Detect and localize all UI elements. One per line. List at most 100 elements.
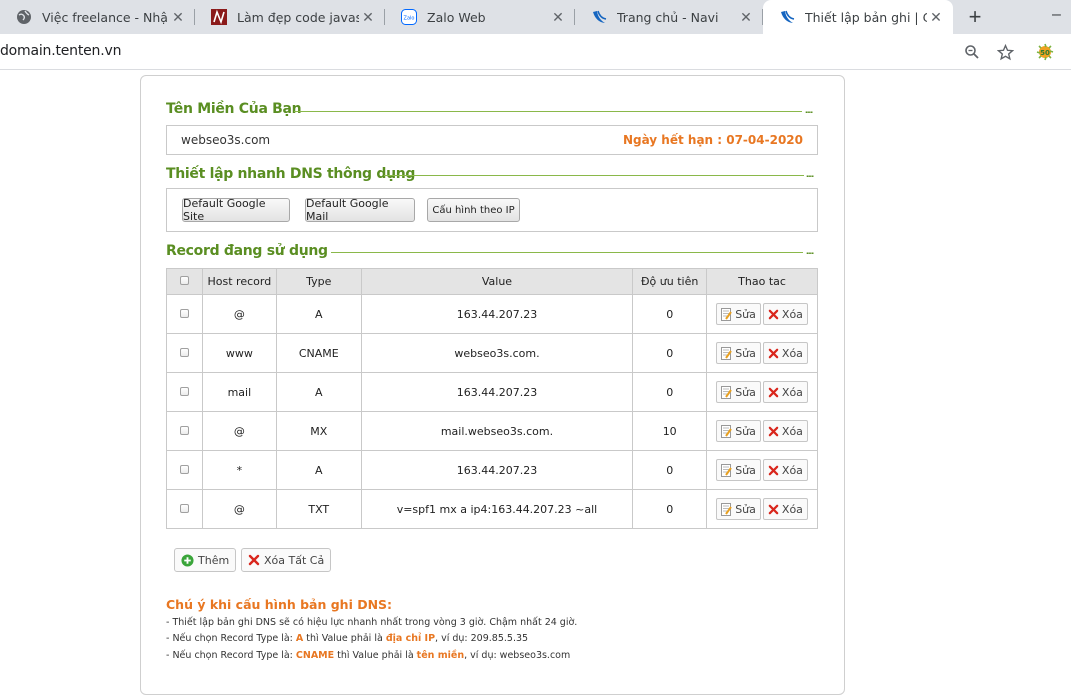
select-all-cell (166, 268, 203, 295)
tab-beautify-js[interactable]: Làm đẹp code javascript ✕ (195, 0, 385, 34)
zoom-icon[interactable] (963, 43, 981, 61)
edit-note-icon (721, 385, 733, 399)
delete-button[interactable]: Xóa (762, 342, 808, 364)
extension-icon[interactable]: 50 (1036, 43, 1054, 61)
close-tab-icon[interactable]: ✕ (927, 8, 945, 26)
edit-button[interactable]: Sửa (716, 303, 761, 325)
col-actions: Thao tac (706, 268, 818, 295)
edit-label: Sửa (735, 385, 756, 399)
value-cell: 163.44.207.23 (360, 372, 634, 412)
close-tab-icon[interactable]: ✕ (737, 8, 755, 26)
delete-button[interactable]: Xóa (762, 498, 808, 520)
edit-label: Sửa (735, 502, 756, 516)
row-select-cell (166, 411, 203, 451)
edit-label: Sửa (735, 307, 756, 321)
col-host: Host record (201, 268, 277, 295)
host-cell: @ (201, 489, 277, 529)
delete-button[interactable]: Xóa (762, 303, 808, 325)
edit-note-icon (721, 307, 733, 321)
tab-title: Làm đẹp code javascript (237, 9, 359, 25)
notes-title: Chú ý khi cấu hình bản ghi DNS: (166, 597, 393, 612)
section-title-quick-dns: Thiết lập nhanh DNS thông dụng (166, 166, 416, 182)
address-bar[interactable]: domain.tenten.vn (0, 43, 121, 59)
row-checkbox[interactable] (179, 503, 189, 513)
host-cell: @ (201, 411, 277, 451)
select-all-checkbox[interactable] (179, 276, 189, 285)
edit-note-icon (721, 463, 733, 477)
svg-text:50: 50 (1040, 49, 1050, 57)
actions-cell: Sửa Xóa (706, 411, 818, 451)
row-checkbox[interactable] (179, 347, 189, 357)
table-row: * A 163.44.207.23 0 Sửa Xóa (166, 450, 818, 490)
expiry-date: Ngày hết hạn : 07-04-2020 (622, 133, 803, 147)
quick-dns-box: Default Google Site Default Google Mail … (166, 188, 818, 232)
priority-cell: 0 (632, 489, 708, 529)
delete-x-icon (768, 309, 779, 320)
tab-navi[interactable]: Trang chủ - Navi ✕ (575, 0, 763, 34)
browser-toolbar: domain.tenten.vn 50 (0, 34, 1071, 70)
bookmark-star-icon[interactable] (996, 43, 1014, 61)
row-checkbox[interactable] (179, 386, 189, 396)
section-dots: .... (806, 246, 814, 257)
domain-box: webseo3s.com Ngày hết hạn : 07-04-2020 (166, 125, 818, 155)
delete-button[interactable]: Xóa (762, 459, 808, 481)
table-row: @ MX mail.webseo3s.com. 10 Sửa Xóa (166, 411, 818, 451)
add-record-label: Thêm (198, 553, 230, 567)
table-row: @ TXT v=spf1 mx a ip4:163.44.207.23 ~all 0 S… (166, 489, 818, 529)
delete-all-label: Xóa Tất Cả (264, 553, 325, 567)
edit-button[interactable]: Sửa (716, 498, 761, 520)
edit-button[interactable]: Sửa (716, 342, 761, 364)
row-select-cell (166, 294, 203, 334)
row-checkbox[interactable] (179, 425, 189, 435)
delete-x-icon (768, 348, 779, 359)
add-record-button[interactable]: Thêm (174, 548, 237, 572)
minimize-button[interactable]: – (1052, 6, 1071, 26)
value-cell: webseo3s.com. (360, 333, 634, 373)
edit-button[interactable]: Sửa (716, 381, 761, 403)
row-checkbox[interactable] (179, 464, 189, 474)
delete-all-button[interactable]: Xóa Tất Cả (241, 548, 332, 572)
value-cell: v=spf1 mx a ip4:163.44.207.23 ~all (360, 489, 634, 529)
delete-label: Xóa (781, 502, 803, 516)
edit-button[interactable]: Sửa (716, 459, 761, 481)
actions-cell: Sửa Xóa (706, 450, 818, 490)
default-google-site-button[interactable]: Default Google Site (182, 197, 290, 223)
default-google-mail-button[interactable]: Default Google Mail (305, 197, 415, 223)
host-cell: www (201, 333, 277, 373)
config-by-ip-button[interactable]: Cấu hình theo IP (427, 198, 520, 222)
row-checkbox[interactable] (179, 308, 189, 318)
type-cell: TXT (275, 489, 362, 529)
close-tab-icon[interactable]: ✕ (359, 8, 377, 26)
delete-x-icon (768, 387, 779, 398)
site-n-icon (211, 9, 227, 25)
delete-button[interactable]: Xóa (762, 420, 808, 442)
section-divider (294, 111, 802, 112)
add-circle-icon (181, 553, 194, 567)
new-tab-button[interactable]: + (962, 4, 988, 29)
actions-cell: Sửa Xóa (706, 294, 818, 334)
tab-freelance[interactable]: Việc freelance - Nhận tiền ✕ (0, 0, 195, 34)
edit-label: Sửa (735, 463, 756, 477)
delete-label: Xóa (781, 385, 803, 399)
type-cell: A (275, 294, 362, 334)
delete-x-icon (768, 504, 779, 515)
close-tab-icon[interactable]: ✕ (549, 8, 567, 26)
priority-cell: 0 (632, 450, 708, 490)
tab-zalo[interactable]: Zalo Zalo Web ✕ (385, 0, 575, 34)
row-select-cell (166, 450, 203, 490)
col-priority: Độ ưu tiên (632, 268, 708, 295)
type-cell: A (275, 450, 362, 490)
edit-label: Sửa (735, 346, 756, 360)
delete-button[interactable]: Xóa (762, 381, 808, 403)
type-cell: A (275, 372, 362, 412)
host-cell: mail (201, 372, 277, 412)
table-row: mail A 163.44.207.23 0 Sửa Xóa (166, 372, 818, 412)
priority-cell: 0 (632, 294, 708, 334)
tab-dns-records[interactable]: Thiết lập bản ghi | Cài đặt ✕ (763, 0, 953, 34)
delete-label: Xóa (781, 424, 803, 438)
actions-cell: Sửa Xóa (706, 489, 818, 529)
actions-cell: Sửa Xóa (706, 372, 818, 412)
close-tab-icon[interactable]: ✕ (169, 8, 187, 26)
edit-button[interactable]: Sửa (716, 420, 761, 442)
delete-label: Xóa (781, 346, 803, 360)
